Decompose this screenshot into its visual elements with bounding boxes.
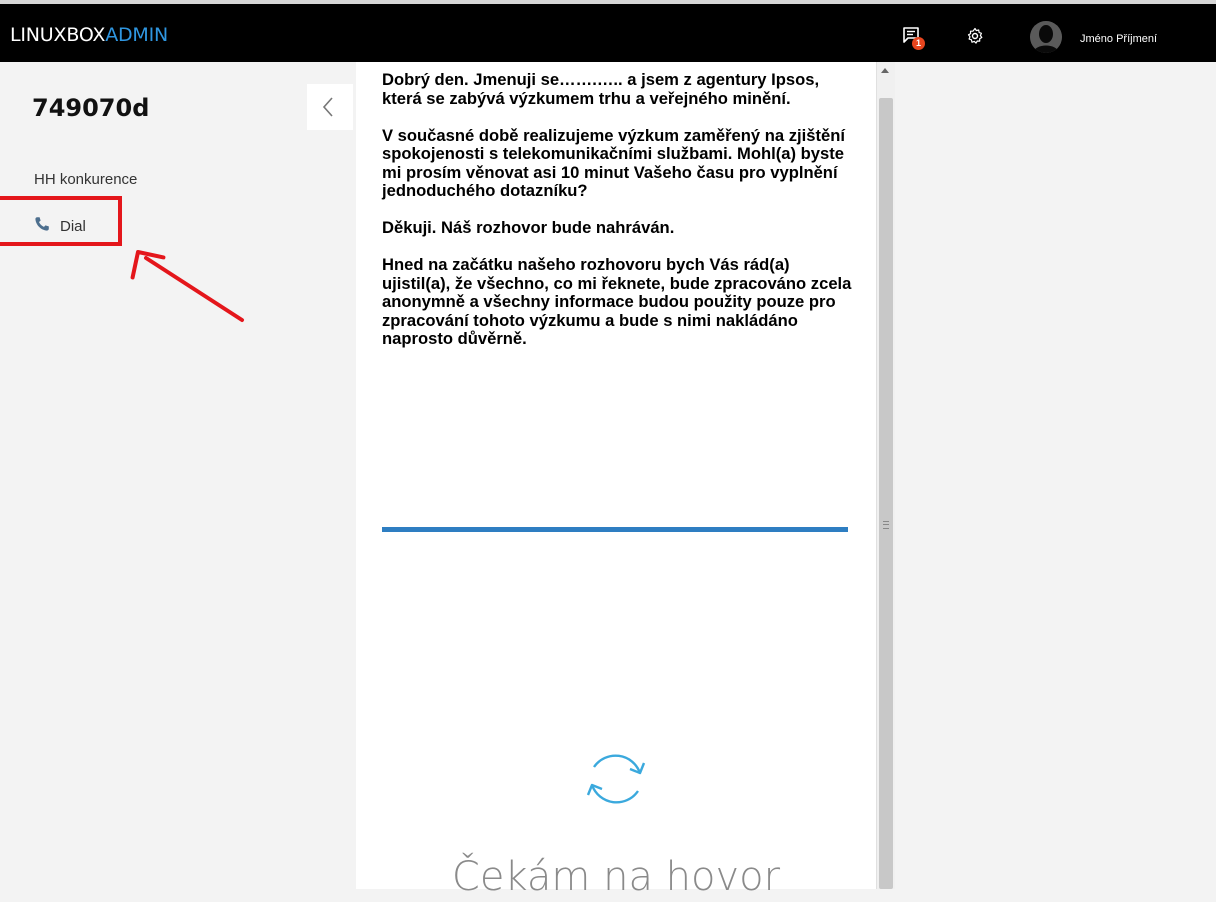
script-paragraph: Hned na začátku našeho rozhovoru bych Vá… <box>382 255 852 348</box>
annotation-arrow <box>130 250 244 322</box>
scroll-grip <box>883 521 889 529</box>
call-script-panel: Dobrý den. Jmenuji se…….….. a jsem z age… <box>356 62 876 900</box>
brand-text-primary: LINUXBOX <box>10 24 106 46</box>
annotation-highlight-box <box>0 196 122 246</box>
notification-badge: 1 <box>912 37 925 50</box>
record-id-title: 749070d <box>32 94 150 122</box>
waiting-for-call-text: Čekám na hovor <box>451 854 781 900</box>
gear-icon[interactable] <box>966 27 984 50</box>
script-paragraph: Děkuji. Náš rozhovor bude nahráván. <box>382 218 675 237</box>
user-avatar-icon[interactable] <box>1030 21 1062 53</box>
refresh-icon <box>574 737 658 826</box>
user-name[interactable]: Jméno Příjmení <box>1080 33 1157 45</box>
brand-text-accent: ADMIN <box>105 24 169 46</box>
campaign-name: HH konkurence <box>34 171 138 188</box>
collapse-panel-button[interactable] <box>307 84 353 130</box>
top-bar: LINUXBOXADMIN 1 Jméno Příjmení <box>0 0 1216 62</box>
scroll-up-arrow[interactable] <box>881 68 889 73</box>
script-paragraph: Dobrý den. Jmenuji se…….….. a jsem z age… <box>382 70 820 108</box>
script-divider <box>382 527 848 532</box>
brand-logo[interactable]: LINUXBOXADMIN <box>10 24 168 46</box>
script-paragraph: V současné době realizujeme výzkum zaměř… <box>382 125 845 200</box>
scroll-thumb[interactable] <box>879 98 893 889</box>
script-scrollbar[interactable] <box>876 62 895 889</box>
call-script-text: Dobrý den. Jmenuji se…….….. a jsem z age… <box>382 70 852 367</box>
right-panel <box>895 62 1216 889</box>
